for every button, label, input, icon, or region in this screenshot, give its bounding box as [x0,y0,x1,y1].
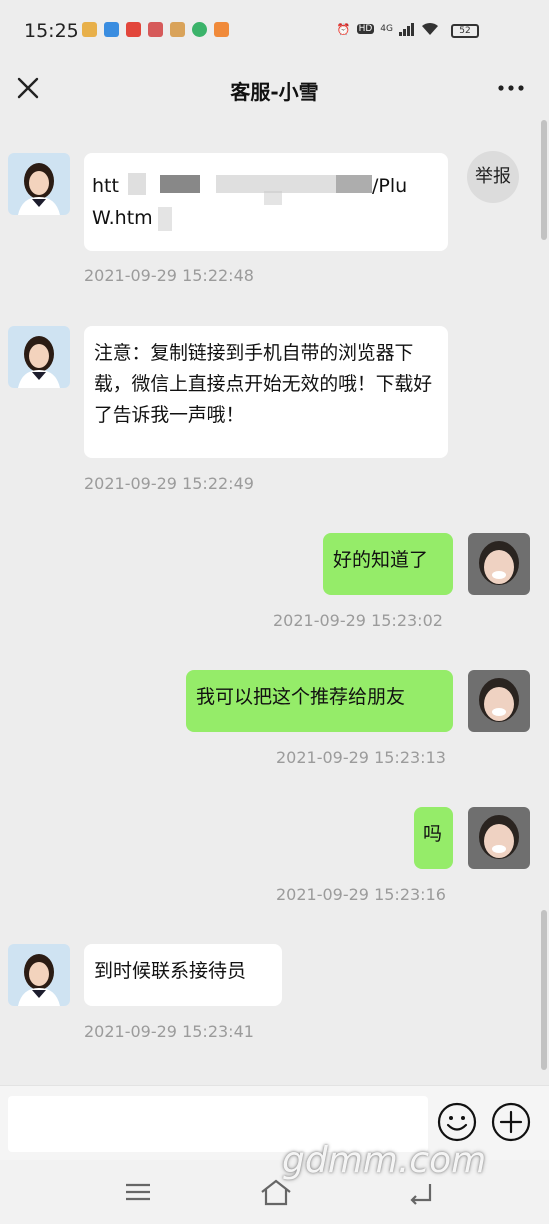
redacted-region [158,207,172,231]
agent-avatar[interactable] [8,326,70,388]
message-text: 到时候联系接待员 [94,960,247,982]
message-bubble[interactable]: 到时候联系接待员 [84,944,282,1006]
app-notification-icon [214,22,229,37]
redacted-region [160,175,200,193]
message-text: 我可以把这个推荐给朋友 [196,686,406,708]
input-bar [0,1085,549,1160]
more-icon [498,85,524,91]
app-notification-icon [82,22,97,37]
notification-icons [82,22,229,37]
app-notification-icon [170,22,185,37]
scrollbar[interactable] [541,910,547,1070]
more-button[interactable] [495,74,527,102]
message-timestamp: 2021-09-29 15:23:41 [84,1022,254,1041]
agent-avatar-image [8,944,70,1006]
scrollbar[interactable] [541,120,547,240]
signal-icon [399,23,414,36]
agent-avatar[interactable] [8,944,70,1006]
battery-icon: 52 [451,24,479,38]
redacted-region [336,175,372,193]
back-button[interactable] [404,1176,436,1208]
message-input[interactable] [8,1096,428,1152]
app-notification-icon [148,22,163,37]
user-avatar-image [468,670,530,732]
message-text: 注意：复制链接到手机自带的浏览器下载，微信上直接点开始无效的哦！下载好了告诉我一… [94,343,433,426]
emoji-button[interactable] [436,1101,478,1143]
hd-icon: HD [356,24,375,34]
user-avatar[interactable] [468,670,530,732]
message-bubble[interactable]: 我可以把这个推荐给朋友 [186,670,453,732]
user-avatar[interactable] [468,807,530,869]
message-bubble[interactable]: 注意：复制链接到手机自带的浏览器下载，微信上直接点开始无效的哦！下载好了告诉我一… [84,326,448,458]
redacted-region [128,173,146,195]
link-text-end[interactable]: /Plu [372,171,407,202]
message-text: 好的知道了 [333,549,429,571]
message-timestamp: 2021-09-29 15:22:48 [84,266,254,285]
message-bubble[interactable]: 吗 [414,807,453,869]
message-timestamp: 2021-09-29 15:22:49 [84,474,254,493]
back-icon [410,1184,432,1205]
link-text-line2[interactable]: W.htm [92,203,153,234]
page-title: 客服-小雪 [230,80,319,104]
system-icons: ⏰ HD 4G [337,22,439,36]
user-avatar-image [468,533,530,595]
app-notification-icon [104,22,119,37]
app-notification-icon [126,22,141,37]
menu-icon [126,1183,150,1201]
message-timestamp: 2021-09-29 15:23:13 [276,748,446,767]
system-nav-bar [0,1160,549,1224]
message-bubble[interactable]: 好的知道了 [323,533,453,595]
status-time: 15:25 [24,20,79,42]
message-timestamp: 2021-09-29 15:23:02 [273,611,443,630]
title-bar: 客服-小雪 [0,60,549,118]
wifi-icon [422,22,438,35]
alarm-icon: ⏰ [336,22,351,36]
plus-icon [491,1102,531,1142]
status-bar: 15:25 ⏰ HD 4G 52 [0,0,549,60]
link-text-start[interactable]: htt [92,171,119,202]
home-button[interactable] [258,1176,294,1208]
agent-avatar[interactable] [8,153,70,215]
menu-button[interactable] [122,1176,154,1208]
home-icon [261,1179,291,1206]
emoji-icon [437,1102,477,1142]
agent-avatar-image [8,326,70,388]
redacted-region [264,191,282,205]
network-icon: 4G [380,24,393,34]
user-avatar[interactable] [468,533,530,595]
report-button[interactable]: 举报 [467,151,519,203]
more-functions-button[interactable] [490,1101,532,1143]
user-avatar-image [468,807,530,869]
message-timestamp: 2021-09-29 15:23:16 [276,885,446,904]
app-notification-icon [192,22,207,37]
message-text: 吗 [423,823,443,845]
agent-avatar-image [8,153,70,215]
message-bubble[interactable]: htt /Plu W.htm [84,153,448,251]
